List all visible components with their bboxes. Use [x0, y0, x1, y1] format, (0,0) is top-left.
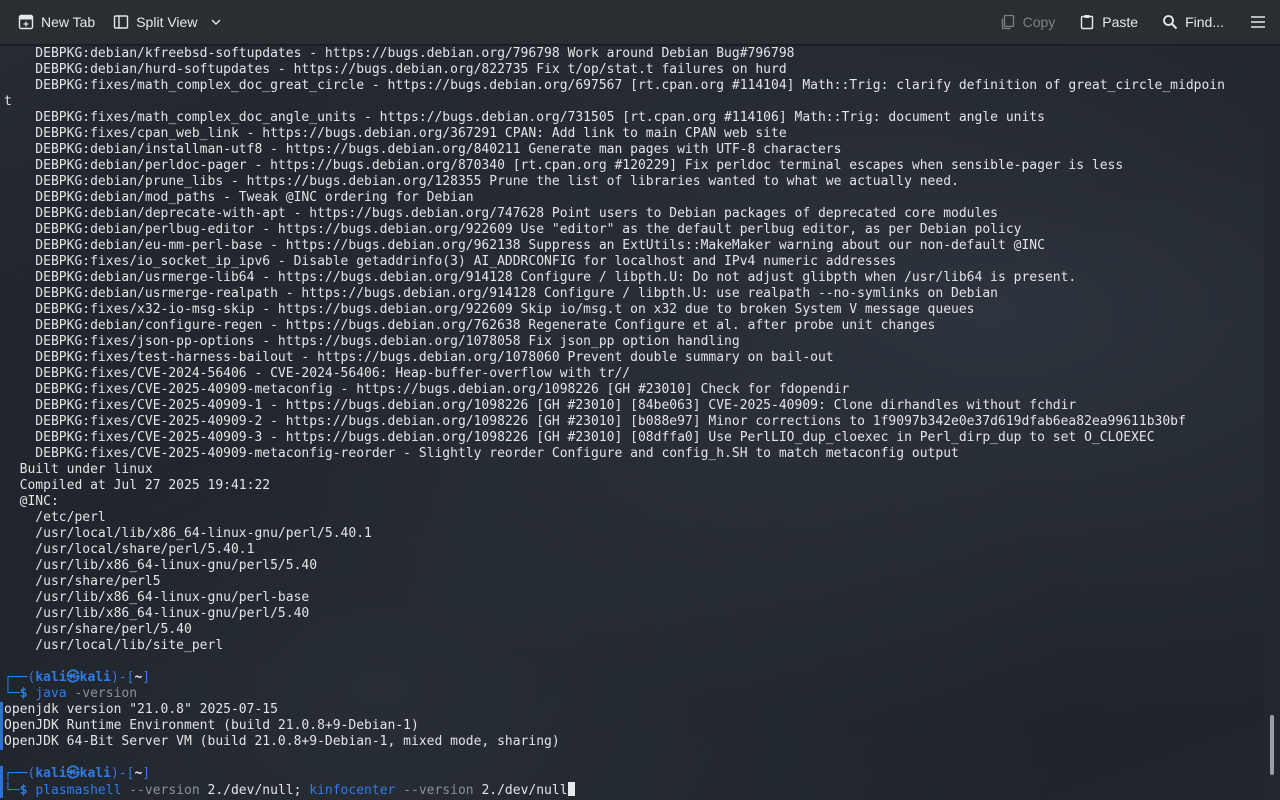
output-line: DEBPKG:fixes/json-pp-options - https://b…: [4, 334, 740, 349]
output-line: Compiled at Jul 27 2025 19:41:22: [4, 478, 271, 493]
vertical-scrollbar[interactable]: [1264, 46, 1280, 800]
output-line: DEBPKG:debian/hurd-softupdates - https:/…: [4, 62, 787, 77]
output-line: DEBPKG:fixes/CVE-2025-40909-2 - https://…: [4, 414, 1186, 429]
output-line: DEBPKG:debian/configure-regen - https://…: [4, 318, 936, 333]
output-line: DEBPKG:debian/installman-utf8 - https://…: [4, 142, 842, 157]
split-view-button[interactable]: Split View: [107, 6, 228, 38]
terminal-output[interactable]: DEBPKG:debian/kfreebsd-softupdates - htt…: [0, 46, 1264, 800]
find-button[interactable]: Find...: [1156, 6, 1230, 38]
output-line: DEBPKG:fixes/io_socket_ip_ipv6 - Disable…: [4, 254, 897, 269]
paste-icon: [1079, 14, 1095, 30]
find-label: Find...: [1185, 14, 1224, 30]
output-line: /usr/lib/x86_64-linux-gnu/perl-base: [4, 590, 310, 605]
prompt-line: ┌──(kali㉿kali)-[~]: [4, 766, 151, 781]
output-line: DEBPKG:fixes/CVE-2024-56406 - CVE-2024-5…: [4, 366, 631, 381]
output-line: DEBPKG:fixes/math_complex_doc_angle_unit…: [4, 110, 1045, 125]
output-line: DEBPKG:fixes/x32-io-msg-skip - https://b…: [4, 302, 975, 317]
scrollbar-thumb[interactable]: [1270, 715, 1274, 776]
chevron-down-icon[interactable]: [210, 16, 222, 28]
output-line: DEBPKG:debian/mod_paths - Tweak @INC ord…: [4, 190, 474, 205]
output-line: DEBPKG:fixes/cpan_web_link - https://bug…: [4, 126, 787, 141]
output-line: DEBPKG:debian/usrmerge-lib64 - https://b…: [4, 270, 1077, 285]
paste-label: Paste: [1102, 14, 1139, 30]
output-line: Built under linux: [4, 462, 153, 477]
output-line: DEBPKG:debian/perldoc-pager - https://bu…: [4, 158, 1124, 173]
output-line: DEBPKG:fixes/CVE-2025-40909-metaconfig-r…: [4, 446, 959, 461]
new-tab-icon: [18, 14, 34, 30]
output-line: /usr/lib/x86_64-linux-gnu/perl5/5.40: [4, 558, 318, 573]
output-line: /usr/local/share/perl/5.40.1: [4, 542, 255, 557]
output-line: @INC:: [4, 494, 59, 509]
output-line: DEBPKG:fixes/CVE-2025-40909-3 - https://…: [4, 430, 1155, 445]
output-line: OpenJDK 64-Bit Server VM (build 21.0.8+9…: [4, 734, 560, 749]
command-block-marker: [0, 702, 3, 750]
command-name: java: [35, 686, 67, 701]
output-line: /usr/local/lib/x86_64-linux-gnu/perl/5.4…: [4, 526, 372, 541]
output-line: /etc/perl: [4, 510, 106, 525]
output-line: openjdk version "21.0.8" 2025-07-15: [4, 702, 278, 717]
output-line: /usr/share/perl5: [4, 574, 161, 589]
output-line: /usr/share/perl/5.40: [4, 622, 192, 637]
copy-label: Copy: [1022, 14, 1056, 30]
output-line: OpenJDK Runtime Environment (build 21.0.…: [4, 718, 419, 733]
hamburger-menu-icon: [1250, 14, 1266, 30]
output-line: DEBPKG:fixes/test-harness-bailout - http…: [4, 350, 834, 365]
command-block-marker: [0, 766, 3, 798]
command-input-line[interactable]: └─$ plasmashell --version 2./dev/null; k…: [4, 782, 575, 798]
search-icon: [1162, 14, 1178, 30]
prompt-line: ┌──(kali㉿kali)-[~]: [4, 670, 151, 685]
output-line: t: [4, 94, 12, 109]
output-line: /usr/lib/x86_64-linux-gnu/perl/5.40: [4, 606, 310, 621]
output-line: DEBPKG:debian/perlbug-editor - https://b…: [4, 222, 1022, 237]
output-line: DEBPKG:debian/deprecate-with-apt - https…: [4, 206, 998, 221]
paste-button[interactable]: Paste: [1073, 6, 1144, 38]
output-line: DEBPKG:fixes/CVE-2025-40909-metaconfig -…: [4, 382, 850, 397]
output-line: /usr/local/lib/site_perl: [4, 638, 224, 653]
new-tab-button[interactable]: New Tab: [12, 6, 101, 38]
output-line: DEBPKG:debian/eu-mm-perl-base - https://…: [4, 238, 1045, 253]
output-line: DEBPKG:debian/kfreebsd-softupdates - htt…: [4, 46, 795, 61]
copy-icon: [1000, 14, 1016, 30]
output-line: DEBPKG:fixes/CVE-2025-40909-1 - https://…: [4, 398, 1077, 413]
split-view-label: Split View: [136, 14, 198, 30]
split-view-icon: [113, 14, 129, 30]
output-line: DEBPKG:fixes/math_complex_doc_great_circ…: [4, 78, 1225, 93]
hamburger-menu-button[interactable]: [1244, 6, 1272, 38]
new-tab-label: New Tab: [41, 14, 96, 30]
text-cursor: [567, 782, 575, 796]
command-line: └─$ java -version: [4, 686, 138, 701]
output-line: DEBPKG:debian/prune_libs - https://bugs.…: [4, 174, 959, 189]
terminal-toolbar: New Tab Split View Copy Paste Find...: [0, 0, 1280, 45]
copy-button[interactable]: Copy: [994, 6, 1062, 38]
output-line: DEBPKG:debian/usrmerge-realpath - https:…: [4, 286, 998, 301]
